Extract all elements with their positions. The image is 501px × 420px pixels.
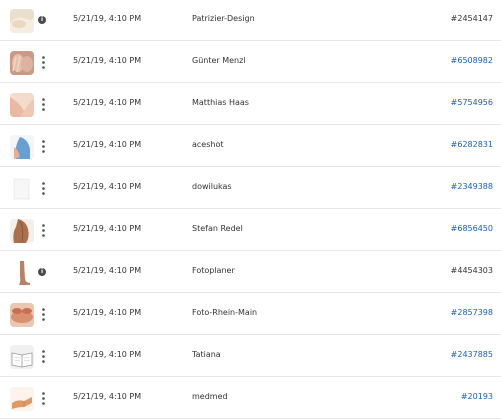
kebab-menu-icon[interactable] [38, 222, 48, 239]
list-item: 5/21/19, 4:10 PM Foto-Rhein-Main #285739… [0, 294, 501, 335]
info-icon[interactable]: i [38, 16, 46, 24]
kebab-menu-icon[interactable] [38, 54, 48, 71]
contributor-cell: aceshot [192, 140, 224, 149]
asset-id-cell: #4454303 [450, 266, 493, 275]
asset-thumbnail[interactable] [10, 303, 34, 327]
asset-thumbnail[interactable] [10, 261, 34, 285]
contributor-cell: Fotoplaner [192, 266, 235, 275]
asset-thumbnail[interactable] [10, 93, 34, 117]
list-item: i 5/21/19, 4:10 PM Fotoplaner #4454303 [0, 252, 501, 293]
asset-history-list: i 5/21/19, 4:10 PM Patrizier-Design #245… [0, 0, 501, 420]
kebab-menu-icon[interactable] [38, 180, 48, 197]
asset-thumbnail[interactable] [10, 177, 34, 201]
date-cell: 5/21/19, 4:10 PM [73, 266, 142, 275]
date-cell: 5/21/19, 4:10 PM [73, 98, 142, 107]
asset-thumbnail[interactable] [10, 387, 34, 411]
asset-thumbnail[interactable] [10, 9, 34, 33]
list-item: 5/21/19, 4:10 PM aceshot #6282831 [0, 126, 501, 167]
contributor-cell: Foto-Rhein-Main [192, 308, 258, 317]
asset-id-link[interactable]: #20193 [461, 392, 493, 401]
asset-id-link[interactable]: #2857398 [451, 308, 493, 317]
date-cell: 5/21/19, 4:10 PM [73, 14, 142, 23]
contributor-cell: Günter Menzl [192, 56, 246, 65]
info-icon[interactable]: i [38, 268, 46, 276]
asset-thumbnail[interactable] [10, 135, 34, 159]
kebab-menu-icon[interactable] [38, 96, 48, 113]
contributor-cell: medmed [192, 392, 228, 401]
list-item: 5/21/19, 4:10 PM Stefan Redel #6856450 [0, 210, 501, 251]
list-item: i 5/21/19, 4:10 PM Patrizier-Design #245… [0, 0, 501, 41]
contributor-cell: Stefan Redel [192, 224, 243, 233]
date-cell: 5/21/19, 4:10 PM [73, 140, 142, 149]
list-item: 5/21/19, 4:10 PM medmed #20193 [0, 378, 501, 419]
asset-thumbnail[interactable] [10, 51, 34, 75]
asset-id-link[interactable]: #6856450 [451, 224, 493, 233]
date-cell: 5/21/19, 4:10 PM [73, 224, 142, 233]
date-cell: 5/21/19, 4:10 PM [73, 350, 142, 359]
asset-id-link[interactable]: #2349388 [451, 182, 493, 191]
kebab-menu-icon[interactable] [38, 390, 48, 407]
date-cell: 5/21/19, 4:10 PM [73, 392, 142, 401]
contributor-cell: Tatiana [192, 350, 221, 359]
kebab-menu-icon[interactable] [38, 138, 48, 155]
asset-id-link[interactable]: #2437885 [451, 350, 493, 359]
asset-id-cell: #2454147 [450, 14, 493, 23]
contributor-cell: Matthias Haas [192, 98, 249, 107]
date-cell: 5/21/19, 4:10 PM [73, 182, 142, 191]
list-item: 5/21/19, 4:10 PM Matthias Haas #5754956 [0, 84, 501, 125]
asset-thumbnail[interactable] [10, 345, 34, 369]
asset-id-link[interactable]: #6282831 [451, 140, 493, 149]
contributor-cell: dowilukas [192, 182, 232, 191]
kebab-menu-icon[interactable] [38, 306, 48, 323]
asset-id-link[interactable]: #5754956 [451, 98, 493, 107]
contributor-cell: Patrizier-Design [192, 14, 255, 23]
list-item: 5/21/19, 4:10 PM Günter Menzl #6508982 [0, 42, 501, 83]
kebab-menu-icon[interactable] [38, 348, 48, 365]
date-cell: 5/21/19, 4:10 PM [73, 56, 142, 65]
list-item: 5/21/19, 4:10 PM dowilukas #2349388 [0, 168, 501, 209]
list-item: 5/21/19, 4:10 PM Tatiana #2437885 [0, 336, 501, 377]
date-cell: 5/21/19, 4:10 PM [73, 308, 142, 317]
asset-id-link[interactable]: #6508982 [451, 56, 493, 65]
asset-thumbnail[interactable] [10, 219, 34, 243]
